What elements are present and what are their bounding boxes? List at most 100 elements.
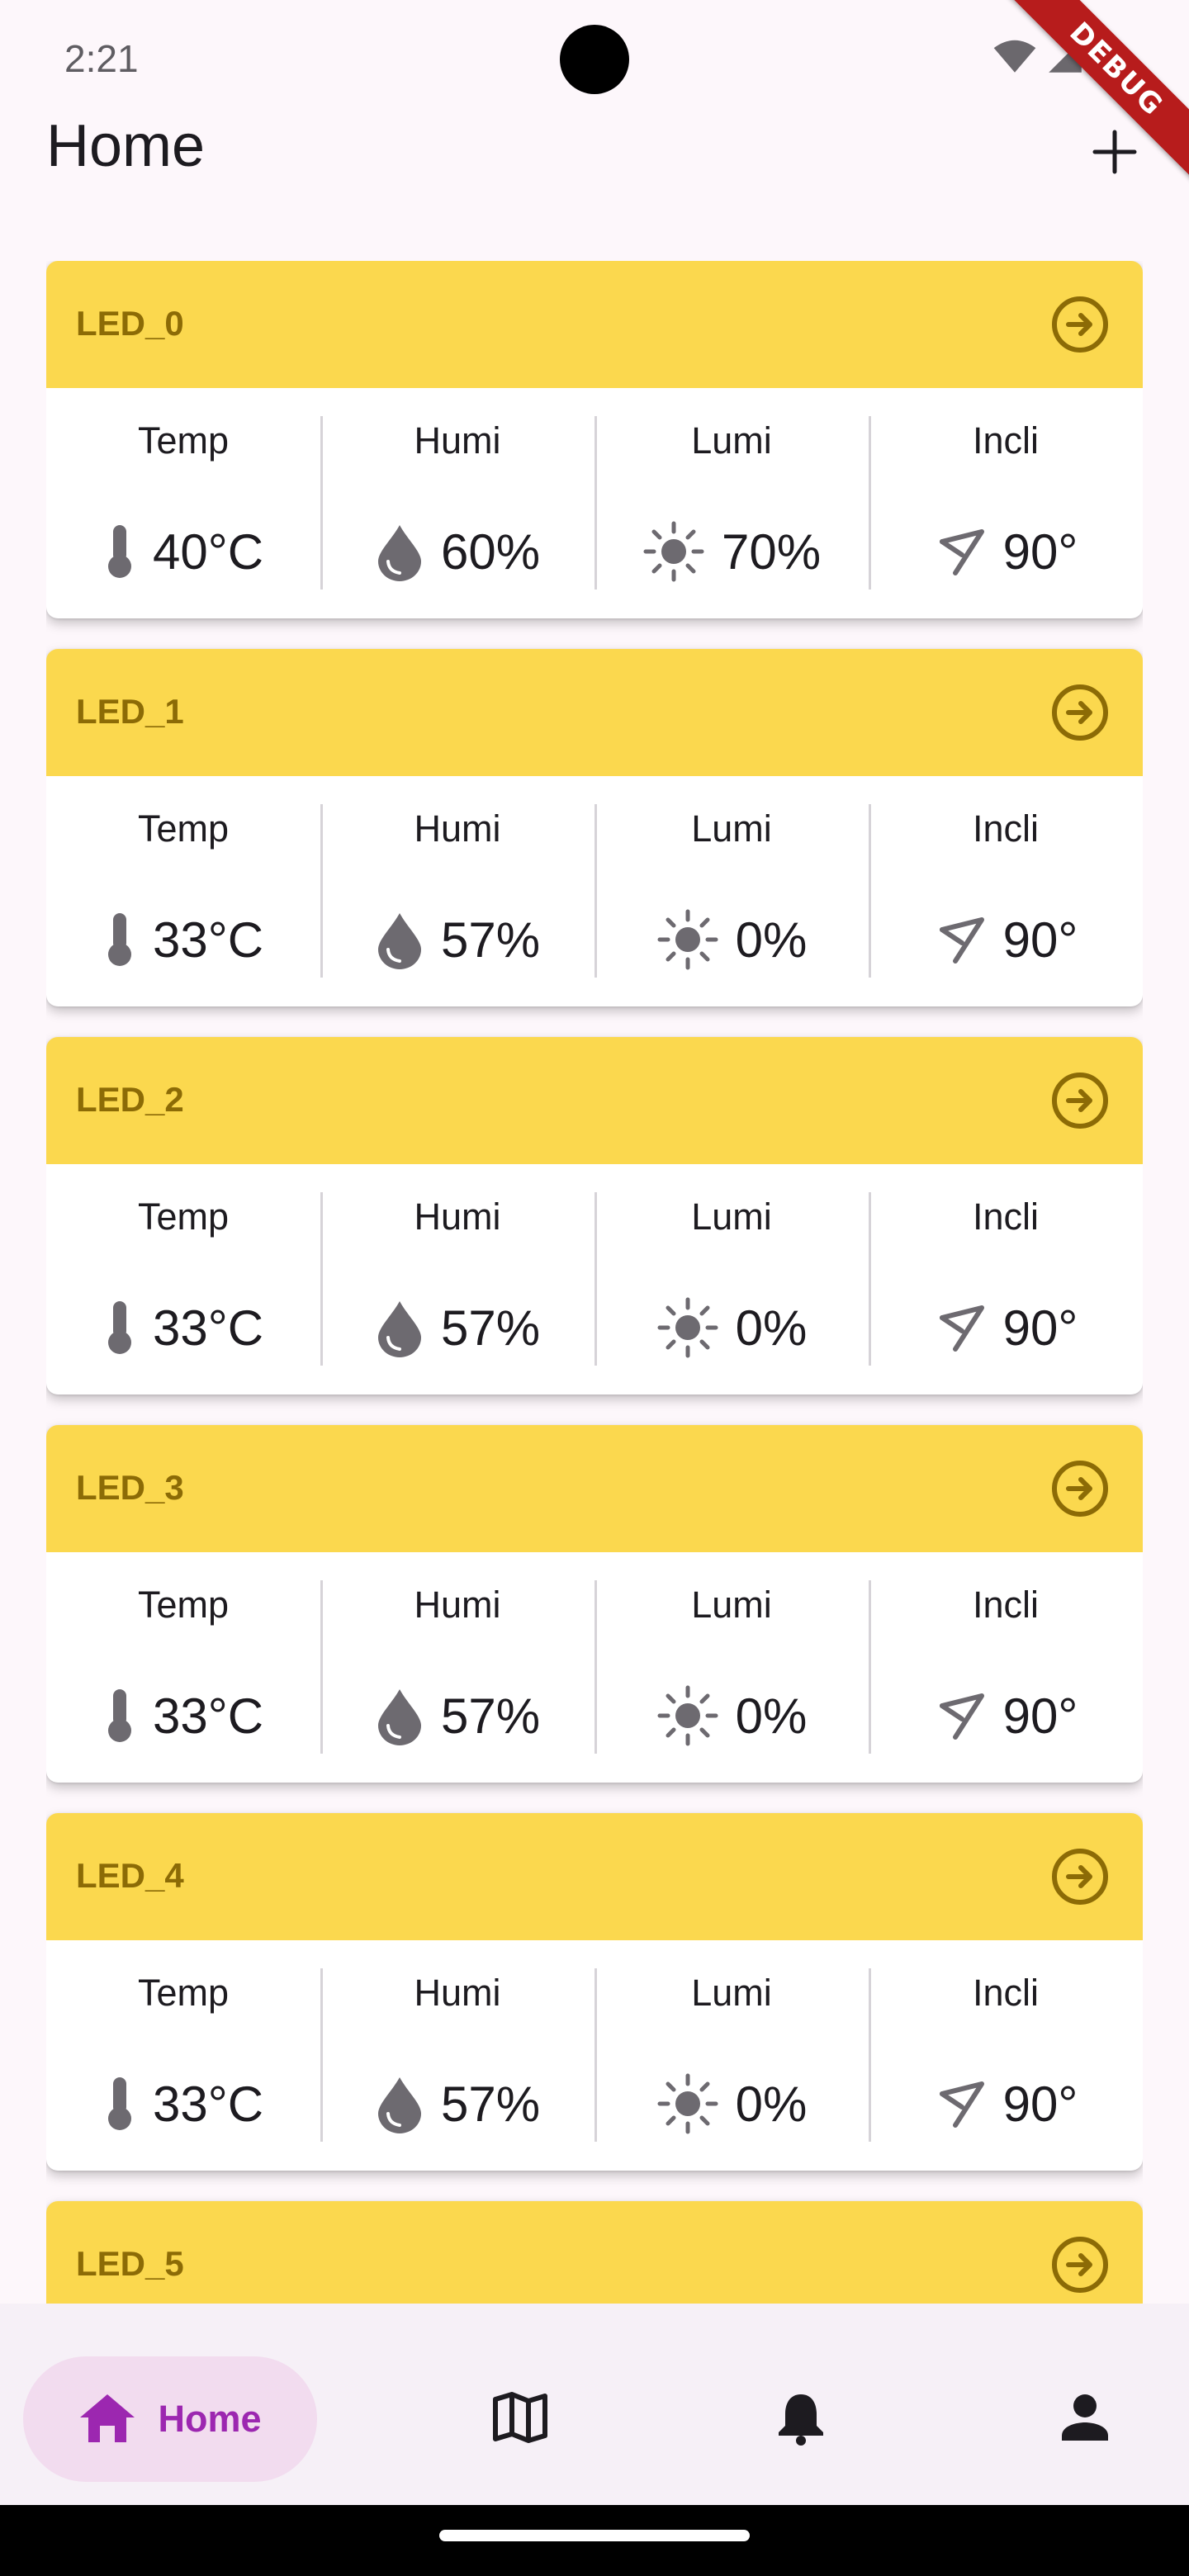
metric-value: 60% <box>440 523 541 580</box>
sun-icon <box>656 2072 719 2135</box>
metric-label: Lumi <box>691 1972 772 2014</box>
sun-icon <box>656 1684 719 1747</box>
device-card: LED_2 Temp 33°C Humi 57% Lumi 0% Incli 9… <box>46 1037 1143 1395</box>
metric-incli: Incli 90° <box>869 416 1143 618</box>
metric-value: 57% <box>440 1300 541 1356</box>
water-drop-icon <box>375 2074 424 2133</box>
device-card-header[interactable]: LED_4 <box>46 1813 1143 1940</box>
metric-value: 57% <box>440 1688 541 1744</box>
arrow-circle-right-icon[interactable] <box>1050 683 1110 742</box>
arrow-circle-right-icon[interactable] <box>1050 1459 1110 1518</box>
device-name: LED_4 <box>76 1856 184 1895</box>
device-card: LED_5 Temp <box>46 2201 1143 2304</box>
metric-value: 33°C <box>152 912 264 968</box>
metric-label: Lumi <box>691 419 772 462</box>
metric-humi: Humi 57% <box>320 804 594 1006</box>
metric-value: 40°C <box>152 523 264 580</box>
device-name: LED_5 <box>76 2244 184 2283</box>
metric-value: 90° <box>1002 523 1078 580</box>
gesture-handle[interactable] <box>439 2530 750 2541</box>
sun-icon <box>642 520 705 583</box>
nav-home-label: Home <box>158 2398 262 2440</box>
metrics-row: Temp 33°C Humi 57% Lumi 0% Incli 90° <box>46 776 1143 1006</box>
bell-icon <box>775 2389 827 2450</box>
wifi-icon <box>992 38 1037 74</box>
water-drop-icon <box>375 910 424 969</box>
device-card: LED_0 Temp 40°C Humi 60% Lumi 70% Incli … <box>46 261 1143 618</box>
metric-lumi: Lumi 70% <box>594 416 869 618</box>
metric-value: 57% <box>440 912 541 968</box>
metric-label: Incli <box>972 1196 1040 1238</box>
metric-value: 90° <box>1002 912 1078 968</box>
water-drop-icon <box>375 522 424 581</box>
system-navigation-bar <box>0 2505 1189 2576</box>
metric-label: Temp <box>137 1584 230 1626</box>
nav-profile[interactable] <box>1027 2356 1143 2482</box>
device-card-header[interactable]: LED_0 <box>46 261 1143 388</box>
page-title: Home <box>46 113 206 179</box>
device-card-header[interactable]: LED_3 <box>46 1425 1143 1552</box>
device-card: LED_4 Temp 33°C Humi 57% Lumi 0% Incli 9… <box>46 1813 1143 2171</box>
arrow-circle-right-icon[interactable] <box>1050 1847 1110 1906</box>
device-card-header[interactable]: LED_2 <box>46 1037 1143 1164</box>
metric-label: Incli <box>972 419 1040 462</box>
metric-label: Humi <box>414 1584 501 1626</box>
metric-incli: Incli 90° <box>869 1580 1143 1783</box>
person-icon <box>1059 2391 1111 2448</box>
metric-humi: Humi 57% <box>320 1580 594 1783</box>
device-list[interactable]: LED_0 Temp 40°C Humi 60% Lumi 70% Incli … <box>46 261 1143 2304</box>
metric-value: 0% <box>735 2076 808 2132</box>
device-card: LED_3 Temp 33°C Humi 57% Lumi 0% Incli 9… <box>46 1425 1143 1783</box>
thermometer-icon <box>103 1686 136 1745</box>
metric-label: Incli <box>972 1584 1040 1626</box>
metric-temp: Temp 33°C <box>46 1192 320 1395</box>
metric-temp: Temp 33°C <box>46 804 320 1006</box>
add-device-button[interactable] <box>1073 112 1156 195</box>
angle-icon <box>934 1301 987 1354</box>
map-icon <box>492 2391 548 2448</box>
device-name: LED_2 <box>76 1080 184 1119</box>
metric-label: Incli <box>972 1972 1040 2014</box>
angle-icon <box>934 1689 987 1742</box>
metric-label: Lumi <box>691 1584 772 1626</box>
metric-value: 90° <box>1002 1300 1078 1356</box>
camera-cutout <box>560 25 629 94</box>
metric-value: 70% <box>721 523 822 580</box>
water-drop-icon <box>375 1298 424 1357</box>
metric-label: Lumi <box>691 807 772 850</box>
nav-notifications[interactable] <box>743 2356 859 2482</box>
nav-map[interactable] <box>462 2356 578 2482</box>
metric-label: Temp <box>137 807 230 850</box>
metric-label: Temp <box>137 1972 230 2014</box>
status-time: 2:21 <box>64 37 139 80</box>
device-card-header[interactable]: LED_5 <box>46 2201 1143 2304</box>
metric-temp: Temp 40°C <box>46 416 320 618</box>
device-card-header[interactable]: LED_1 <box>46 649 1143 776</box>
metrics-row: Temp 33°C Humi 57% Lumi 0% Incli 90° <box>46 1940 1143 2171</box>
metric-incli: Incli 90° <box>869 804 1143 1006</box>
arrow-circle-right-icon[interactable] <box>1050 2235 1110 2294</box>
metric-temp: Temp 33°C <box>46 1968 320 2171</box>
arrow-circle-right-icon[interactable] <box>1050 295 1110 354</box>
thermometer-icon <box>103 910 136 969</box>
metric-humi: Humi 60% <box>320 416 594 618</box>
metric-value: 57% <box>440 2076 541 2132</box>
thermometer-icon <box>103 522 136 581</box>
metric-lumi: Lumi 0% <box>594 1192 869 1395</box>
metric-label: Humi <box>414 1972 501 2014</box>
metric-lumi: Lumi 0% <box>594 1580 869 1783</box>
metrics-row: Temp 40°C Humi 60% Lumi 70% Incli 90° <box>46 388 1143 618</box>
metric-value: 90° <box>1002 1688 1078 1744</box>
angle-icon <box>934 525 987 578</box>
bottom-navigation: Home <box>0 2304 1189 2505</box>
nav-home[interactable]: Home <box>23 2356 317 2482</box>
app-bar: Home <box>0 107 1189 215</box>
device-card: LED_1 Temp 33°C Humi 57% Lumi 0% Incli 9… <box>46 649 1143 1006</box>
metrics-row: Temp 33°C Humi 57% Lumi 0% Incli 90° <box>46 1164 1143 1395</box>
plus-icon <box>1092 129 1138 179</box>
metric-label: Humi <box>414 1196 501 1238</box>
arrow-circle-right-icon[interactable] <box>1050 1071 1110 1130</box>
thermometer-icon <box>103 2074 136 2133</box>
metric-value: 90° <box>1002 2076 1078 2132</box>
metric-value: 0% <box>735 1300 808 1356</box>
